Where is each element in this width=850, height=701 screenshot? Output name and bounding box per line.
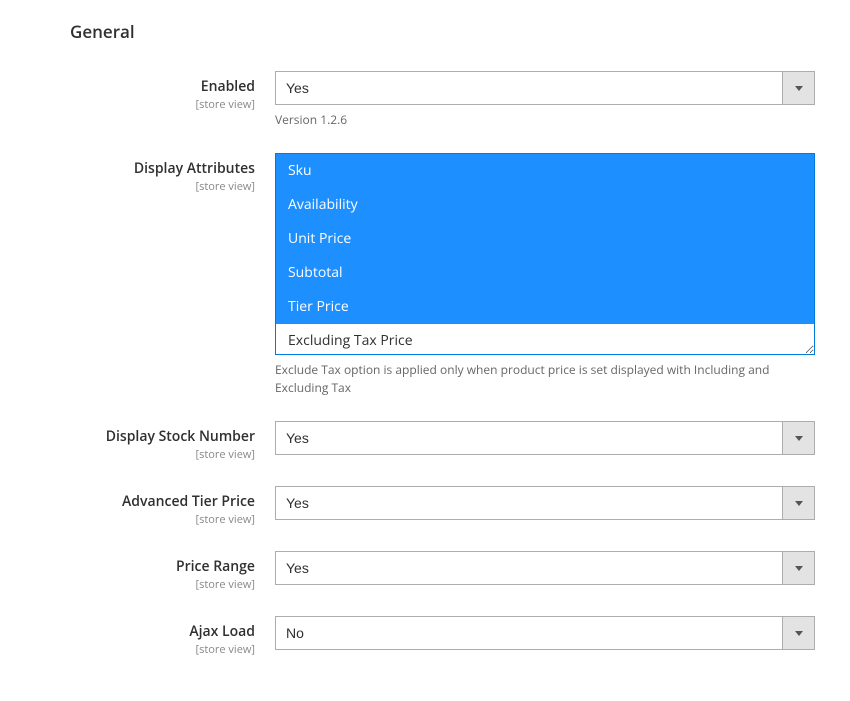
multiselect-option[interactable]: Tier Price bbox=[276, 290, 814, 324]
field-display-attributes: Display Attributes [store view] SkuAvail… bbox=[30, 153, 820, 397]
ajax-load-label: Ajax Load bbox=[30, 622, 255, 641]
enabled-hint: Version 1.2.6 bbox=[275, 111, 815, 129]
section-title: General bbox=[70, 20, 820, 43]
display-stock-number-select[interactable]: Yes bbox=[275, 421, 815, 455]
ajax-load-scope: [store view] bbox=[30, 642, 255, 657]
display-attributes-multiselect[interactable]: SkuAvailabilityUnit PriceSubtotalTier Pr… bbox=[275, 153, 815, 355]
price-range-scope: [store view] bbox=[30, 577, 255, 592]
field-advanced-tier-price: Advanced Tier Price [store view] Yes bbox=[30, 486, 820, 527]
advanced-tier-price-scope: [store view] bbox=[30, 512, 255, 527]
field-display-stock-number: Display Stock Number [store view] Yes bbox=[30, 421, 820, 462]
display-stock-number-scope: [store view] bbox=[30, 447, 255, 462]
advanced-tier-price-label: Advanced Tier Price bbox=[30, 492, 255, 511]
ajax-load-select[interactable]: No bbox=[275, 616, 815, 650]
multiselect-option[interactable]: Subtotal bbox=[276, 256, 814, 290]
multiselect-option[interactable]: Excluding Tax Price bbox=[276, 324, 814, 355]
display-stock-number-label: Display Stock Number bbox=[30, 427, 255, 446]
field-enabled: Enabled [store view] Yes Version 1.2.6 bbox=[30, 71, 820, 129]
display-attributes-label: Display Attributes bbox=[30, 159, 255, 178]
price-range-label: Price Range bbox=[30, 557, 255, 576]
field-ajax-load: Ajax Load [store view] No bbox=[30, 616, 820, 657]
enabled-scope: [store view] bbox=[30, 97, 255, 112]
enabled-label: Enabled bbox=[30, 77, 255, 96]
multiselect-option[interactable]: Unit Price bbox=[276, 222, 814, 256]
field-price-range: Price Range [store view] Yes bbox=[30, 551, 820, 592]
enabled-select[interactable]: Yes bbox=[275, 71, 815, 105]
multiselect-option[interactable]: Availability bbox=[276, 188, 814, 222]
display-attributes-hint: Exclude Tax option is applied only when … bbox=[275, 361, 815, 397]
advanced-tier-price-select[interactable]: Yes bbox=[275, 486, 815, 520]
display-attributes-scope: [store view] bbox=[30, 179, 255, 194]
multiselect-option[interactable]: Sku bbox=[276, 154, 814, 188]
price-range-select[interactable]: Yes bbox=[275, 551, 815, 585]
